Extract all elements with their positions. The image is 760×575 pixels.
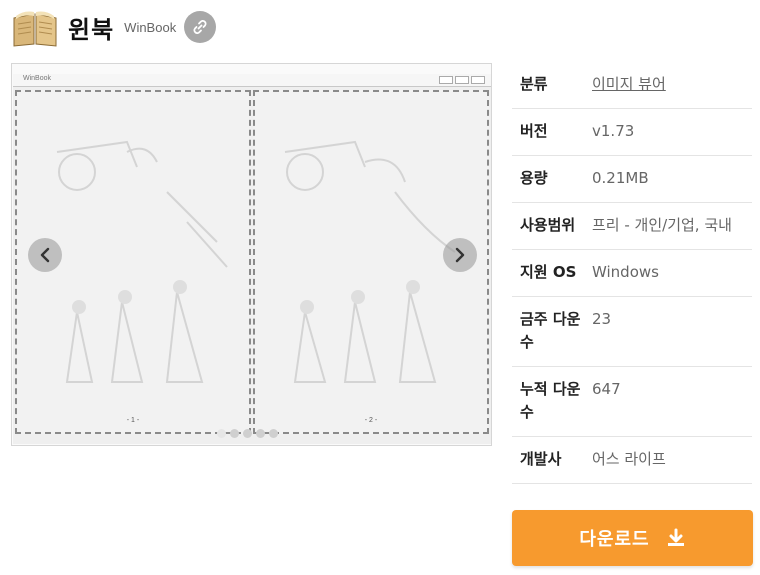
info-row: 금주 다운수 23 bbox=[512, 297, 752, 367]
info-value: 0.21MB bbox=[592, 169, 649, 187]
info-value: 23 bbox=[592, 310, 612, 328]
info-label: 누적 다운수 bbox=[520, 380, 581, 421]
info-label: 개발사 bbox=[520, 450, 562, 468]
carousel-dot[interactable] bbox=[256, 429, 265, 438]
category-link[interactable]: 이미지 뷰어 bbox=[592, 73, 752, 96]
info-value: Windows bbox=[592, 263, 659, 281]
screenshot-carousel: WinBook - 1 - - 2 - bbox=[11, 63, 492, 446]
carousel-dot[interactable] bbox=[269, 429, 278, 438]
info-row: 개발사 어스 라이프 bbox=[512, 437, 752, 484]
app-english-name: WinBook bbox=[124, 19, 177, 35]
download-button[interactable]: 다운로드 bbox=[512, 510, 753, 566]
app-header: 윈북 WinBook bbox=[12, 6, 217, 48]
info-label: 지원 OS bbox=[520, 263, 577, 281]
info-row: 지원 OS Windows bbox=[512, 250, 752, 297]
screenshot-window-controls bbox=[439, 76, 485, 84]
page-number-right: - 2 - bbox=[364, 417, 378, 424]
info-value: 프리 - 개인/기업, 국내 bbox=[592, 216, 732, 234]
carousel-next-button[interactable] bbox=[443, 238, 477, 272]
app-info-table: 분류 이미지 뷰어버전 v1.73 용량 0.21MB 사용범위 프리 - 개인/기업, 국… bbox=[512, 62, 752, 484]
carousel-prev-button[interactable] bbox=[28, 238, 62, 272]
screenshot-titlebar: WinBook bbox=[13, 74, 491, 87]
app-title: 윈북 bbox=[68, 15, 115, 44]
info-value: 어스 라이프 bbox=[592, 450, 666, 468]
carousel-dot[interactable] bbox=[217, 429, 226, 438]
info-label: 버전 bbox=[520, 122, 548, 140]
info-value: v1.73 bbox=[592, 122, 635, 140]
page-number-left: - 1 - bbox=[126, 417, 140, 424]
info-row: 누적 다운수 647 bbox=[512, 367, 752, 437]
carousel-dot[interactable] bbox=[230, 429, 239, 438]
book-icon bbox=[12, 6, 58, 48]
info-row: 버전 v1.73 bbox=[512, 109, 752, 156]
download-label: 다운로드 bbox=[579, 529, 650, 550]
info-label: 금주 다운수 bbox=[520, 310, 581, 351]
app-screenshot: WinBook - 1 - - 2 - bbox=[13, 74, 491, 444]
link-icon bbox=[193, 20, 207, 34]
info-row: 분류 이미지 뷰어 bbox=[512, 62, 752, 109]
info-row: 용량 0.21MB bbox=[512, 156, 752, 203]
chevron-left-icon bbox=[40, 247, 50, 263]
info-label: 용량 bbox=[520, 169, 548, 187]
info-label: 분류 bbox=[520, 75, 548, 93]
download-icon bbox=[666, 528, 686, 548]
carousel-dot[interactable] bbox=[243, 429, 252, 438]
info-value: 647 bbox=[592, 380, 621, 398]
chevron-right-icon bbox=[455, 247, 465, 263]
screenshot-window-title: WinBook bbox=[23, 75, 52, 82]
copy-link-button[interactable] bbox=[184, 11, 217, 43]
carousel-dots bbox=[217, 429, 278, 438]
info-label: 사용범위 bbox=[520, 216, 576, 234]
info-row: 사용범위 프리 - 개인/기업, 국내 bbox=[512, 203, 752, 250]
